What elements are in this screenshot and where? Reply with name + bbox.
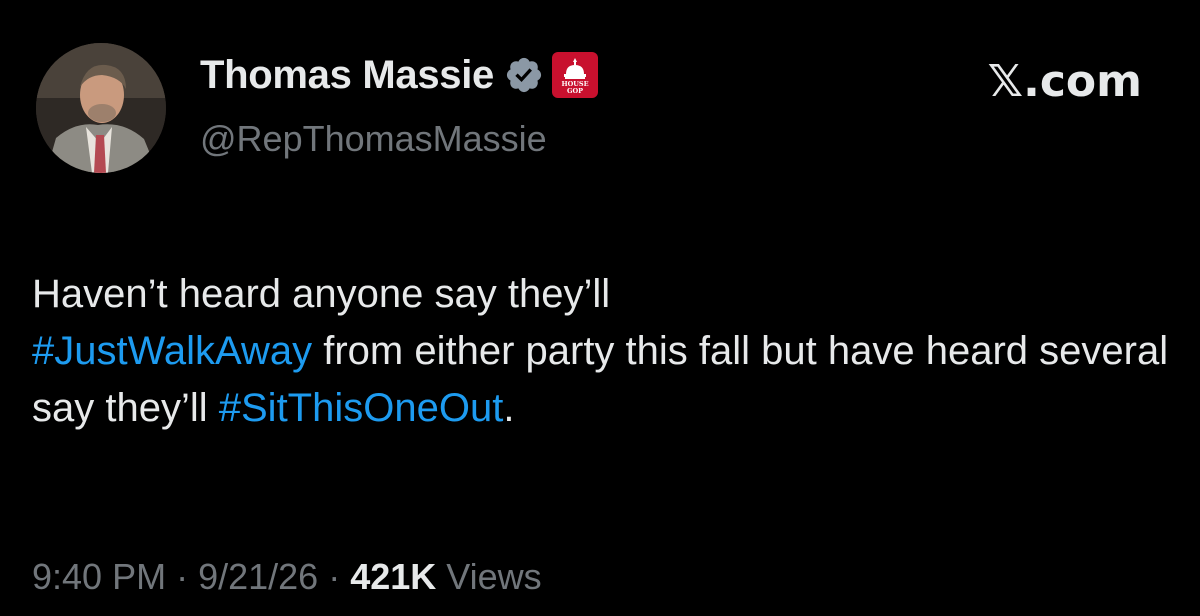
x-brand-logo: 𝕏.com xyxy=(987,56,1142,107)
hashtag-link[interactable]: #SitThisOneOut xyxy=(219,386,504,430)
author-handle[interactable]: @RepThomasMassie xyxy=(200,118,547,160)
tweet-text-part: . xyxy=(503,386,515,430)
tweet-time[interactable]: 9:40 PM xyxy=(32,556,166,597)
author-name-row: Thomas Massie HOUSE GOP xyxy=(200,52,598,98)
author-name[interactable]: Thomas Massie xyxy=(200,53,494,98)
tweet-text-part: Haven’t heard anyone say they’ll xyxy=(32,272,611,316)
views-count[interactable]: 421K xyxy=(350,556,436,597)
meta-separator: · xyxy=(166,556,199,597)
verified-badge-icon[interactable] xyxy=(504,55,544,95)
meta-separator: · xyxy=(318,556,351,597)
tweet-metadata: 9:40 PM · 9/21/26 · 421K Views xyxy=(32,556,542,598)
views-label: Views xyxy=(436,556,542,597)
tweet-text: Haven’t heard anyone say they’ll #JustWal… xyxy=(32,266,1172,437)
tweet-date[interactable]: 9/21/26 xyxy=(198,556,318,597)
hashtag-link[interactable]: #JustWalkAway xyxy=(32,329,312,373)
house-gop-affiliation-icon[interactable]: HOUSE GOP xyxy=(552,52,598,98)
avatar[interactable] xyxy=(36,43,166,173)
svg-text:GOP: GOP xyxy=(567,87,583,95)
